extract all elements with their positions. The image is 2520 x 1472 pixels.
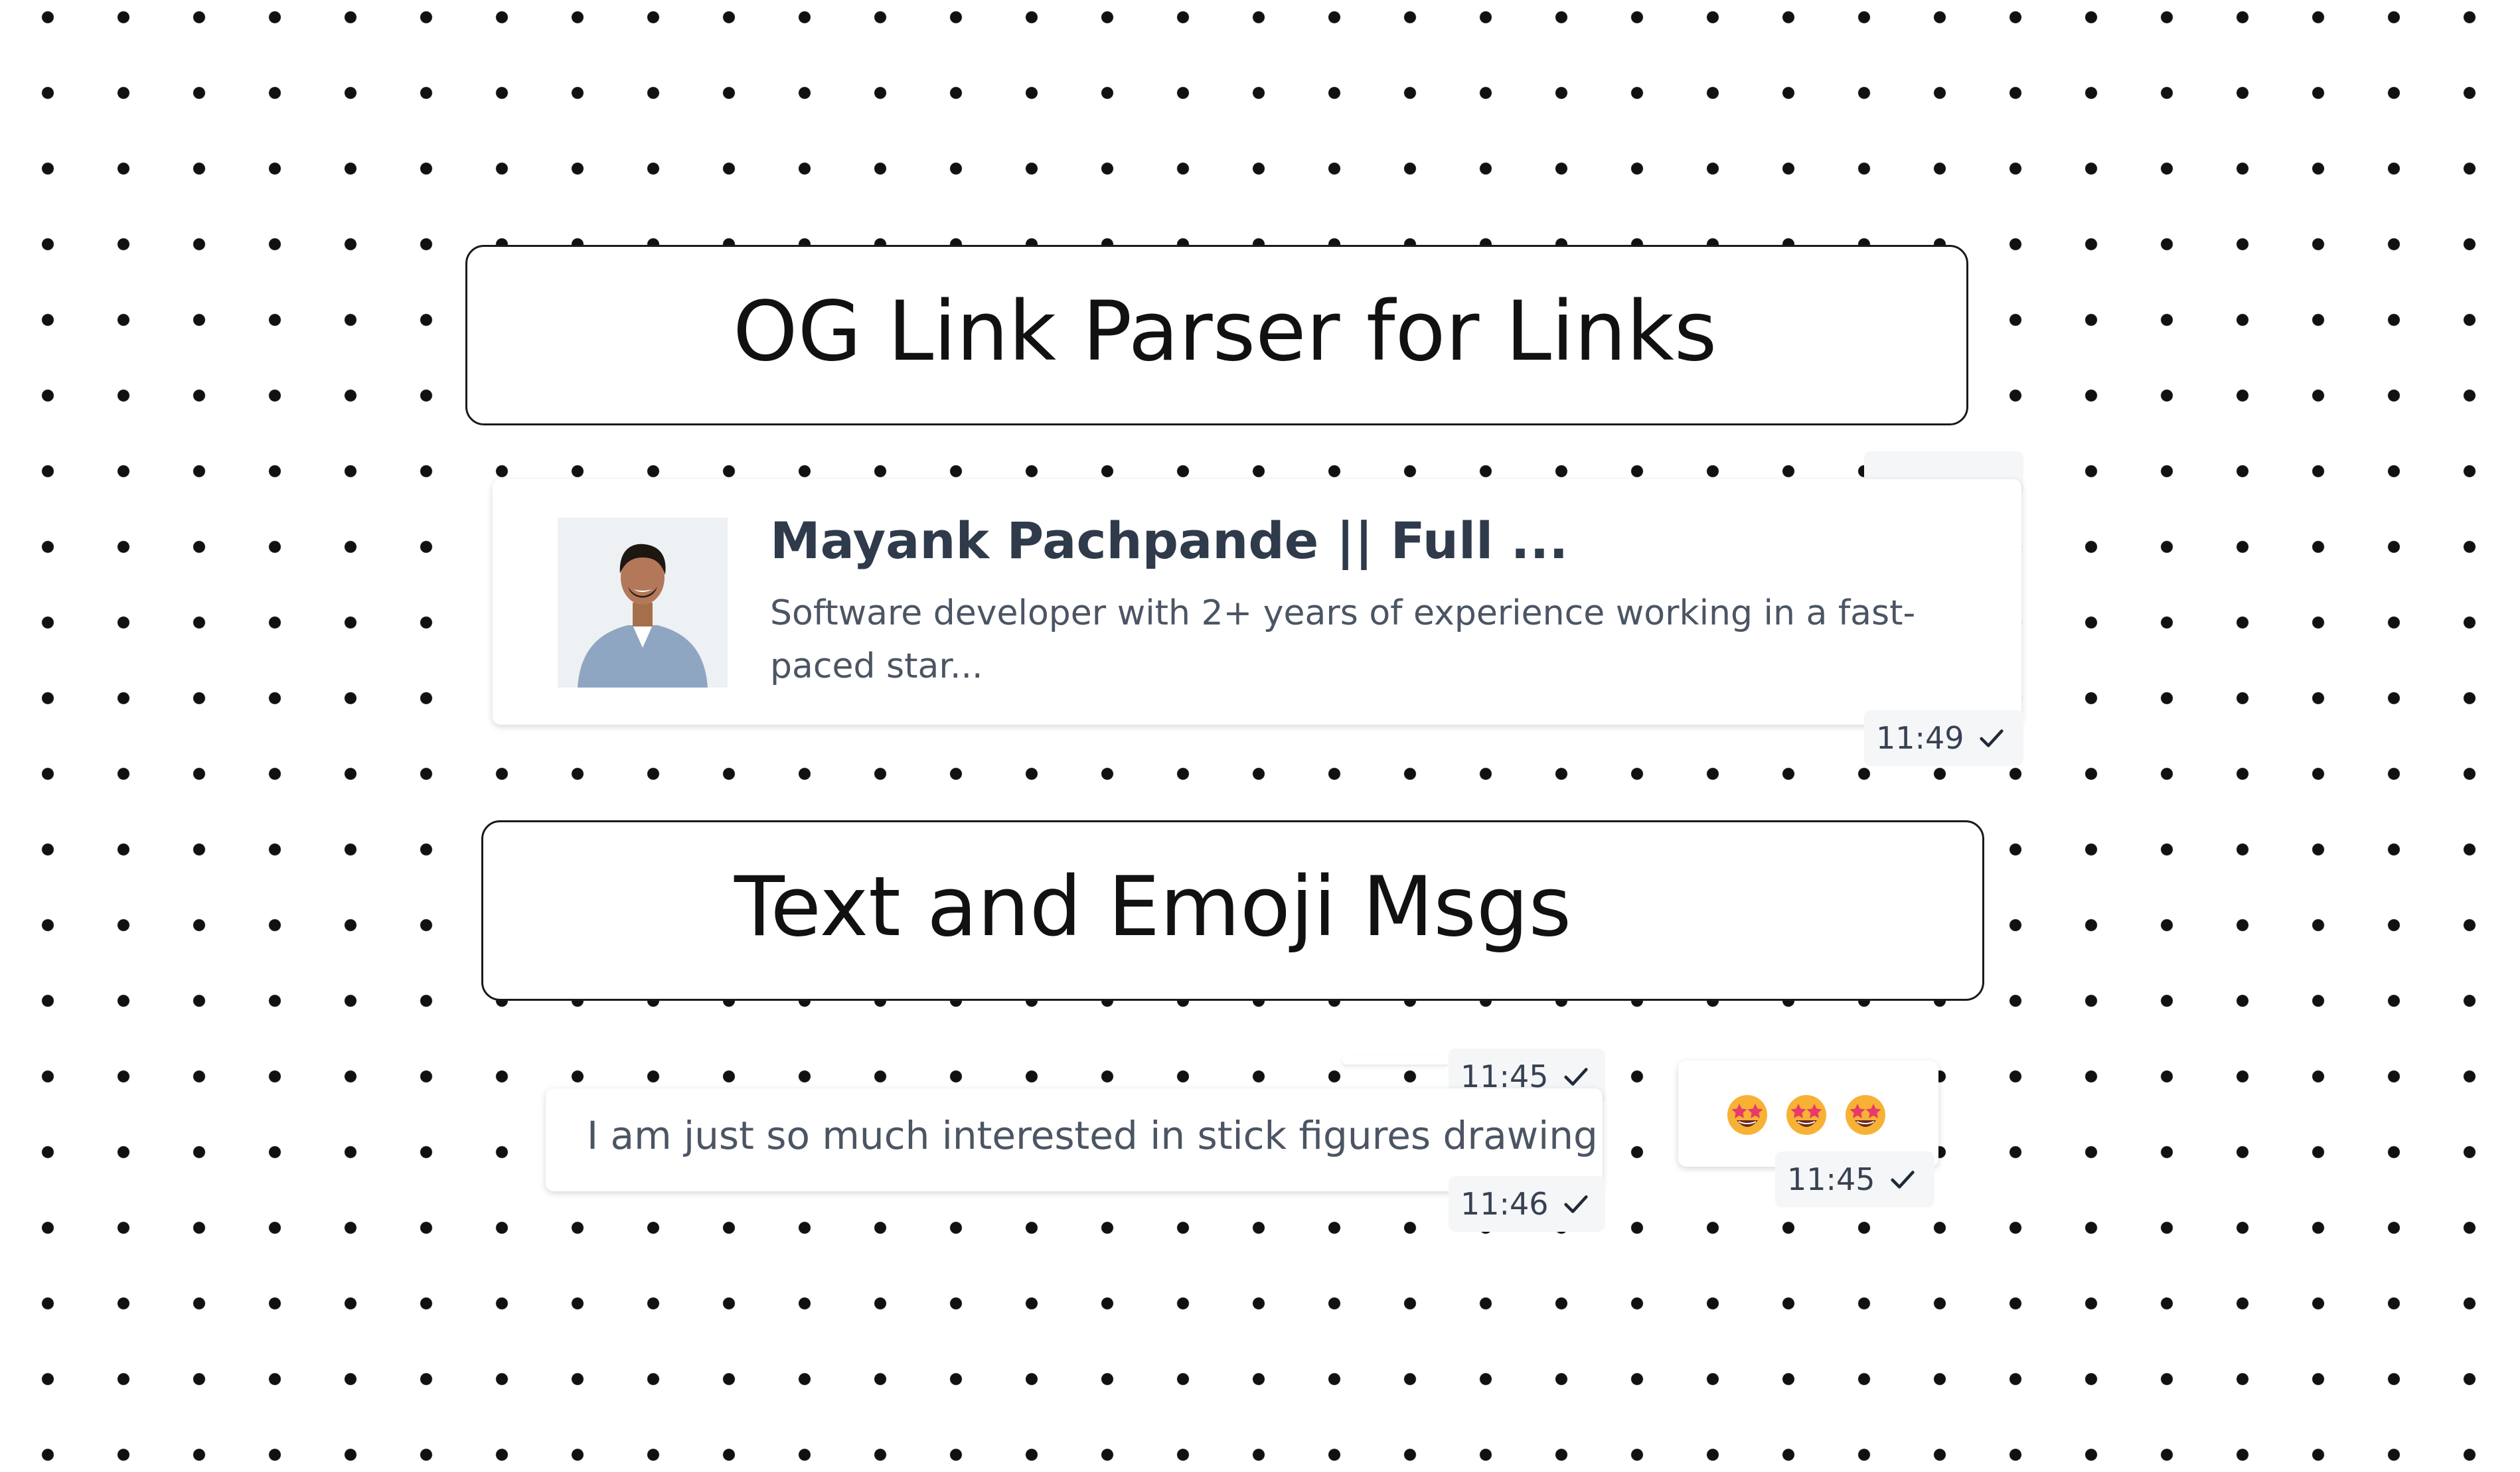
og-link-time-text: 11:49 (1876, 720, 1964, 756)
text-message-text: I am just so much interested in stick fi… (587, 1113, 1598, 1158)
emoji-message-time-text: 11:45 (1787, 1161, 1875, 1197)
star-struck-emoji-icon (1727, 1095, 1767, 1135)
text-emoji-heading: Text and Emoji Msgs (481, 820, 1984, 1001)
person-photo (558, 518, 728, 688)
og-link-parser-heading: OG Link Parser for Links (465, 245, 1968, 425)
text-message-time-text: 11:46 (1460, 1186, 1549, 1222)
og-link-description: Software developer with 2+ years of expe… (770, 593, 1916, 686)
check-icon (1976, 451, 2007, 454)
og-link-parser-heading-text: OG Link Parser for Links (733, 284, 1717, 380)
check-icon (1563, 1068, 1588, 1086)
og-link-title[interactable]: Mayank Pachpande || Full ... (770, 511, 1978, 570)
check-icon (1563, 1195, 1588, 1213)
text-emoji-heading-text: Text and Emoji Msgs (734, 859, 1572, 956)
star-struck-emoji-icon (1846, 1095, 1885, 1135)
emoji-message-timestamp: 11:45 (1775, 1151, 1934, 1207)
check-icon (1979, 729, 2004, 747)
emoji-row (1726, 1094, 1887, 1136)
check-icon (1890, 1171, 1915, 1189)
star-struck-emoji-icon (1786, 1095, 1826, 1135)
og-link-thumbnail (558, 518, 728, 688)
text-message-bubble[interactable]: I am just so much interested in stick fi… (546, 1088, 1603, 1191)
og-link-partial-time-text: 11:48 (1876, 451, 1964, 457)
previous-message-edge (1342, 1055, 1449, 1065)
text-message-timestamp: 11:46 (1449, 1176, 1605, 1232)
og-link-preview-card[interactable]: Mayank Pachpande || Full ... Software de… (493, 479, 2021, 725)
emoji-message-bubble[interactable] (1678, 1061, 1938, 1167)
og-link-timestamp: 11:49 (1864, 710, 2023, 766)
